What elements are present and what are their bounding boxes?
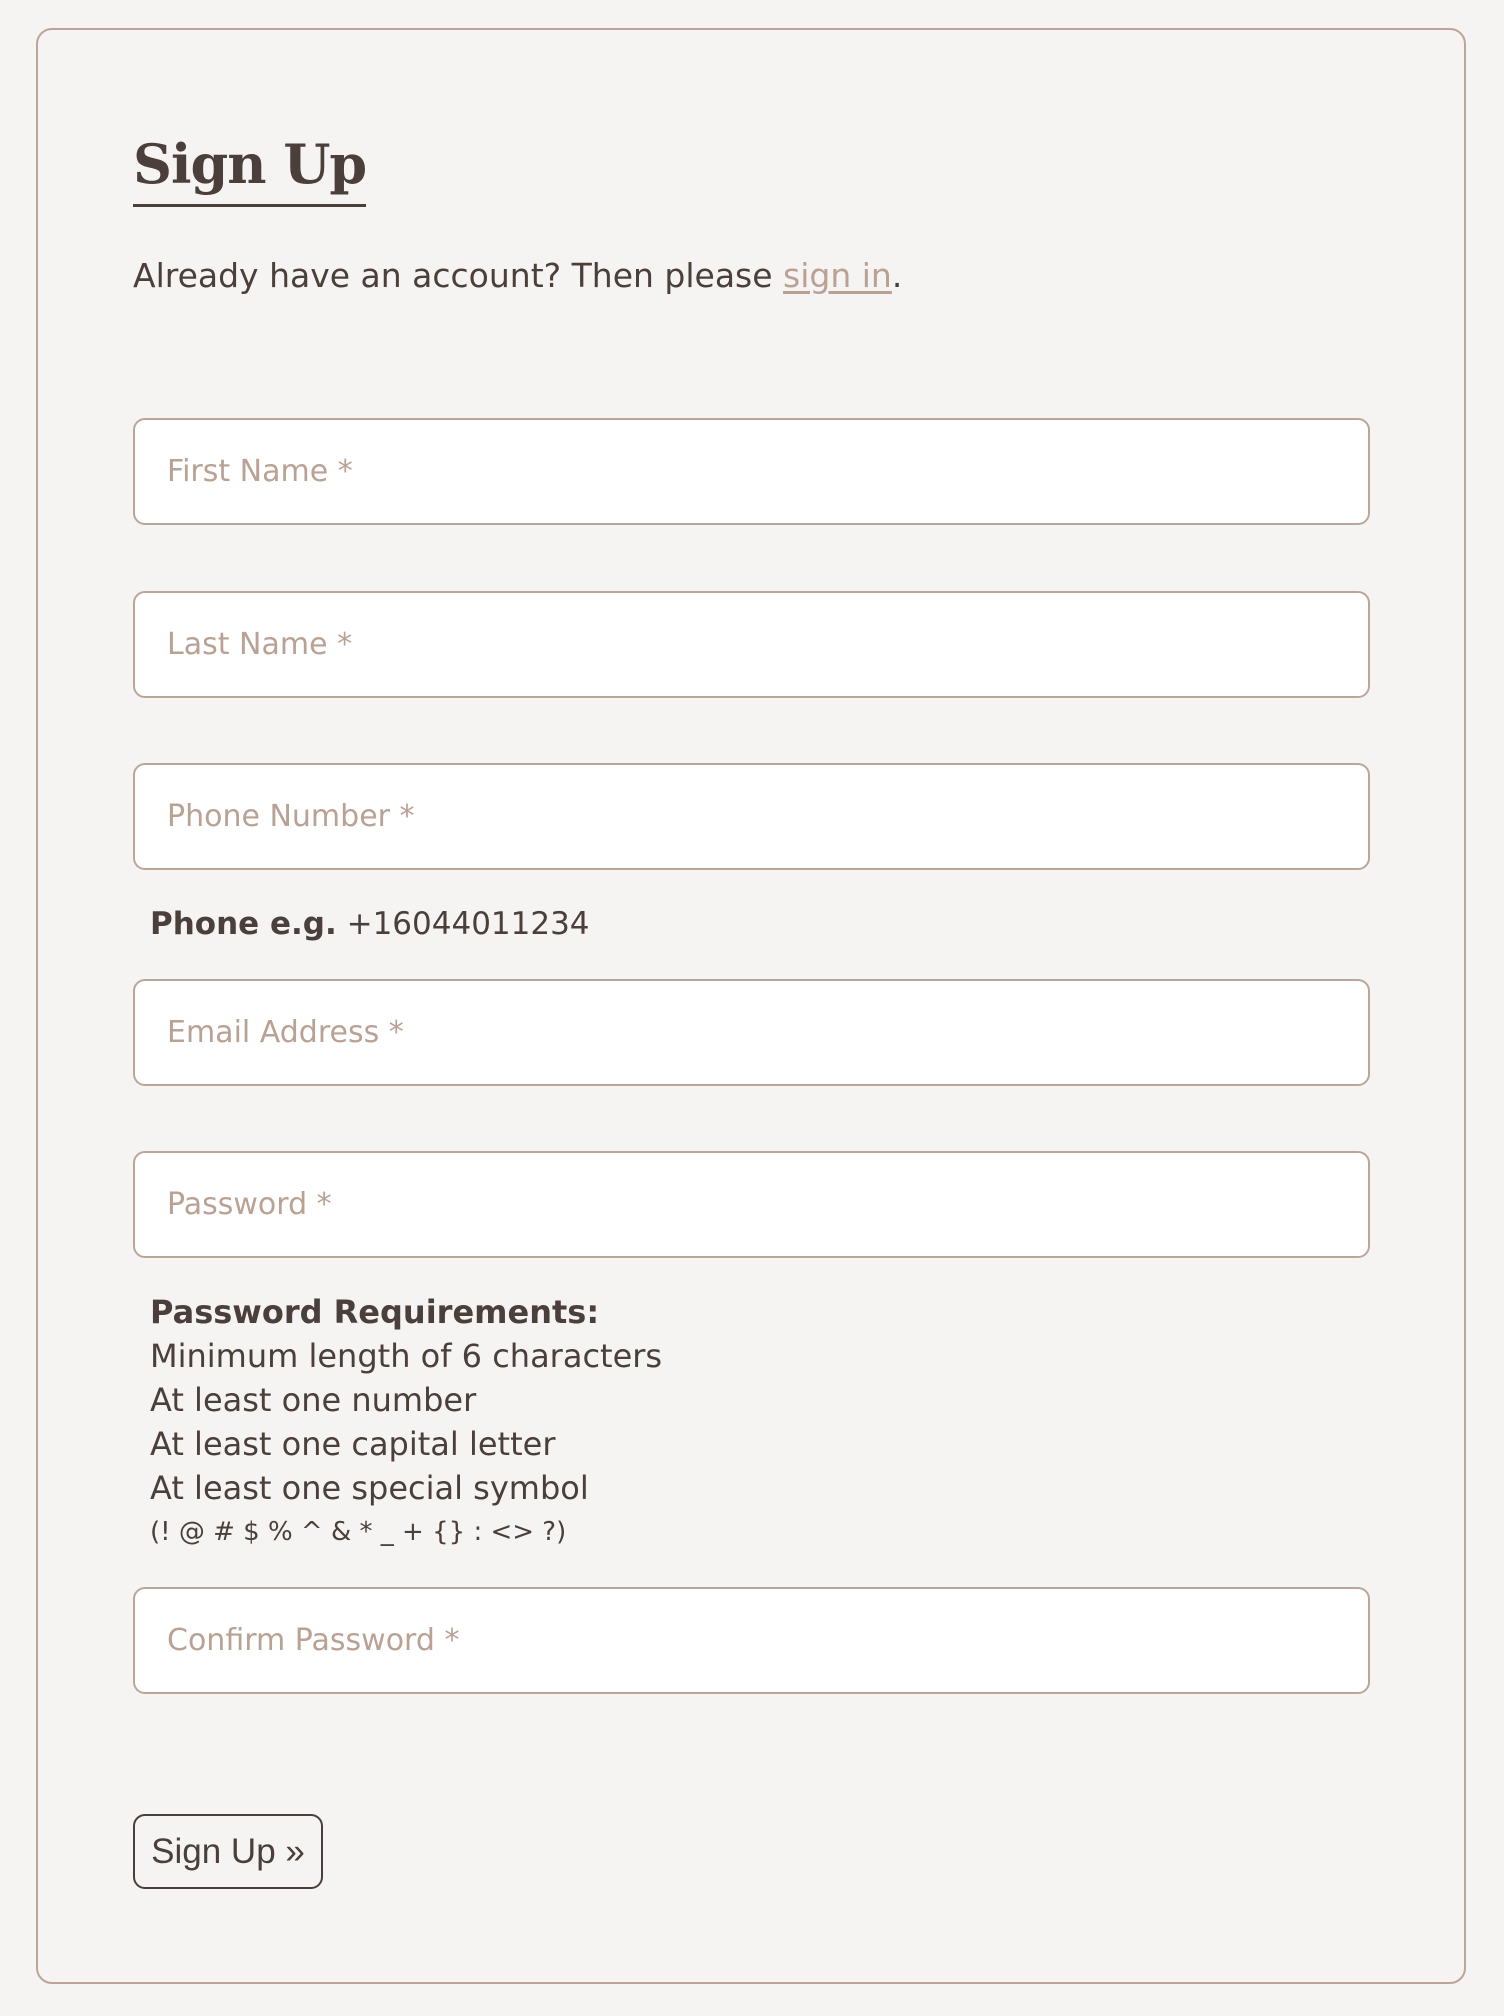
signin-prompt-text: Already have an account? Then please [133, 256, 784, 295]
password-input[interactable] [133, 1151, 1370, 1258]
special-symbols-list: (! @ # $ % ^ & * _ + {} : <> ?) [150, 1517, 567, 1547]
requirement-item: At least one special symbol [150, 1469, 589, 1507]
last-name-input[interactable] [133, 591, 1370, 698]
signin-prompt: Already have an account? Then please sig… [133, 254, 902, 298]
requirement-item: At least one capital letter [150, 1425, 556, 1463]
password-requirements: Password Requirements: Minimum length of… [150, 1290, 662, 1554]
sign-in-link[interactable]: sign in [783, 256, 892, 295]
first-name-input[interactable] [133, 418, 1370, 525]
phone-format-hint: Phone e.g. +16044011234 [150, 902, 590, 946]
email-address-input[interactable] [133, 979, 1370, 1086]
phone-hint-example: +16044011234 [336, 906, 590, 942]
phone-number-input[interactable] [133, 763, 1370, 870]
page-title: Sign Up [133, 128, 367, 207]
requirement-item: At least one number [150, 1381, 477, 1419]
phone-hint-label: Phone e.g. [150, 906, 337, 942]
signin-prompt-end: . [891, 256, 903, 295]
requirement-item: Minimum length of 6 characters [150, 1337, 663, 1375]
password-requirements-title: Password Requirements: [150, 1293, 600, 1331]
sign-up-button[interactable]: Sign Up » [133, 1814, 323, 1889]
confirm-password-input[interactable] [133, 1587, 1370, 1694]
